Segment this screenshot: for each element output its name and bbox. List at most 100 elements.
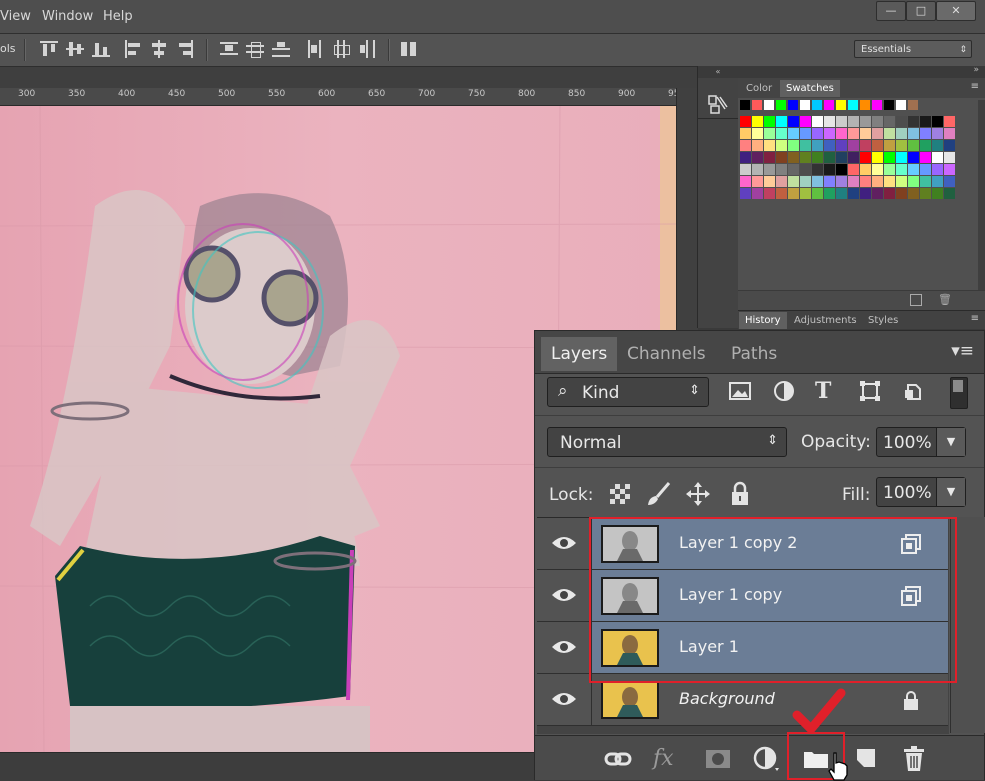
blend-mode-select[interactable]: Normal ⇕: [547, 427, 787, 457]
swatch[interactable]: [896, 164, 907, 175]
visibility-toggle[interactable]: [537, 518, 592, 569]
swatch[interactable]: [788, 176, 799, 187]
swatch[interactable]: [896, 116, 907, 127]
swatch[interactable]: [932, 164, 943, 175]
swatch[interactable]: [920, 116, 931, 127]
swatch[interactable]: [932, 188, 943, 199]
swatch[interactable]: [776, 164, 787, 175]
swatch[interactable]: [740, 140, 751, 151]
swatch[interactable]: [884, 116, 895, 127]
swatch[interactable]: [932, 140, 943, 151]
filter-type-icon[interactable]: T: [815, 378, 839, 404]
swatch[interactable]: [764, 128, 775, 139]
swatch[interactable]: [788, 116, 799, 127]
swatch[interactable]: [872, 188, 883, 199]
new-swatch-icon[interactable]: [910, 294, 922, 306]
swatch[interactable]: [788, 100, 798, 110]
swatch[interactable]: [836, 140, 847, 151]
swatch[interactable]: [812, 100, 822, 110]
swatch[interactable]: [824, 152, 835, 163]
align-left-icon[interactable]: [124, 40, 142, 58]
layer-name[interactable]: Background: [679, 689, 775, 708]
fill-value[interactable]: 100%: [883, 483, 932, 503]
swatch[interactable]: [860, 176, 871, 187]
swatch[interactable]: [740, 176, 751, 187]
align-hcenter-icon[interactable]: [150, 40, 168, 58]
swatch[interactable]: [920, 164, 931, 175]
adjustment-icon[interactable]: [751, 744, 781, 774]
swatch-scrollbar[interactable]: [978, 100, 985, 290]
swatch[interactable]: [752, 152, 763, 163]
swatch[interactable]: [872, 152, 883, 163]
swatch[interactable]: [824, 128, 835, 139]
tab-paths[interactable]: Paths: [721, 337, 787, 371]
swatch[interactable]: [872, 140, 883, 151]
filter-kind-select[interactable]: ⌕ Kind ⇕: [547, 377, 709, 407]
swatch[interactable]: [836, 188, 847, 199]
tab-styles[interactable]: Styles: [862, 312, 904, 329]
swatch[interactable]: [788, 128, 799, 139]
distribute-vcenter-icon[interactable]: [246, 40, 264, 58]
trash-icon[interactable]: [899, 744, 929, 774]
swatch[interactable]: [848, 116, 859, 127]
swatch[interactable]: [836, 100, 846, 110]
swatch[interactable]: [764, 100, 774, 110]
swatch[interactable]: [740, 128, 751, 139]
swatch[interactable]: [896, 128, 907, 139]
swatch[interactable]: [776, 176, 787, 187]
swatch[interactable]: [908, 152, 919, 163]
brush-preset-icon[interactable]: [707, 93, 729, 115]
swatch[interactable]: [848, 128, 859, 139]
swatch[interactable]: [860, 128, 871, 139]
swatch[interactable]: [908, 188, 919, 199]
distribute-right-icon[interactable]: [358, 40, 376, 58]
swatch[interactable]: [872, 100, 882, 110]
swatch[interactable]: [800, 176, 811, 187]
swatch[interactable]: [788, 188, 799, 199]
swatch[interactable]: [800, 188, 811, 199]
new-layer-icon[interactable]: [851, 744, 881, 774]
swatch[interactable]: [752, 116, 763, 127]
swatch[interactable]: [752, 128, 763, 139]
swatch[interactable]: [836, 164, 847, 175]
swatch[interactable]: [848, 140, 859, 151]
distribute-top-icon[interactable]: [220, 40, 238, 58]
filter-shape-icon[interactable]: [858, 379, 882, 403]
visibility-toggle[interactable]: [537, 570, 592, 621]
swatch[interactable]: [908, 164, 919, 175]
swatch[interactable]: [752, 188, 763, 199]
chevron-down-icon[interactable]: ▼: [936, 478, 965, 506]
swatch[interactable]: [752, 140, 763, 151]
filter-pixel-icon[interactable]: [728, 379, 752, 403]
swatch[interactable]: [800, 116, 811, 127]
menu-view[interactable]: View: [0, 9, 31, 24]
swatch[interactable]: [764, 164, 775, 175]
swatch[interactable]: [824, 188, 835, 199]
swatch[interactable]: [764, 188, 775, 199]
swatch-grid[interactable]: [738, 100, 955, 200]
swatch[interactable]: [764, 140, 775, 151]
tab-adjustments[interactable]: Adjustments: [788, 312, 863, 329]
swatch[interactable]: [872, 116, 883, 127]
chevron-down-icon[interactable]: ▼: [936, 428, 965, 456]
swatch[interactable]: [896, 176, 907, 187]
swatch[interactable]: [824, 164, 835, 175]
tab-color[interactable]: Color: [740, 80, 778, 97]
swatch[interactable]: [812, 188, 823, 199]
swatch[interactable]: [944, 188, 955, 199]
lock-transparent-icon[interactable]: [609, 483, 631, 505]
swatch[interactable]: [848, 100, 858, 110]
swatch[interactable]: [848, 176, 859, 187]
swatch[interactable]: [908, 176, 919, 187]
swatch[interactable]: [884, 100, 894, 110]
lock-paint-brush-icon[interactable]: [645, 481, 671, 507]
expand-arrows-icon[interactable]: »: [973, 65, 979, 75]
swatch[interactable]: [848, 164, 859, 175]
swatch[interactable]: [896, 100, 906, 110]
swatch[interactable]: [788, 152, 799, 163]
filter-smart-object-icon[interactable]: [902, 379, 926, 403]
swatch[interactable]: [884, 164, 895, 175]
swatch[interactable]: [812, 164, 823, 175]
swatch[interactable]: [740, 188, 751, 199]
swatch[interactable]: [944, 164, 955, 175]
